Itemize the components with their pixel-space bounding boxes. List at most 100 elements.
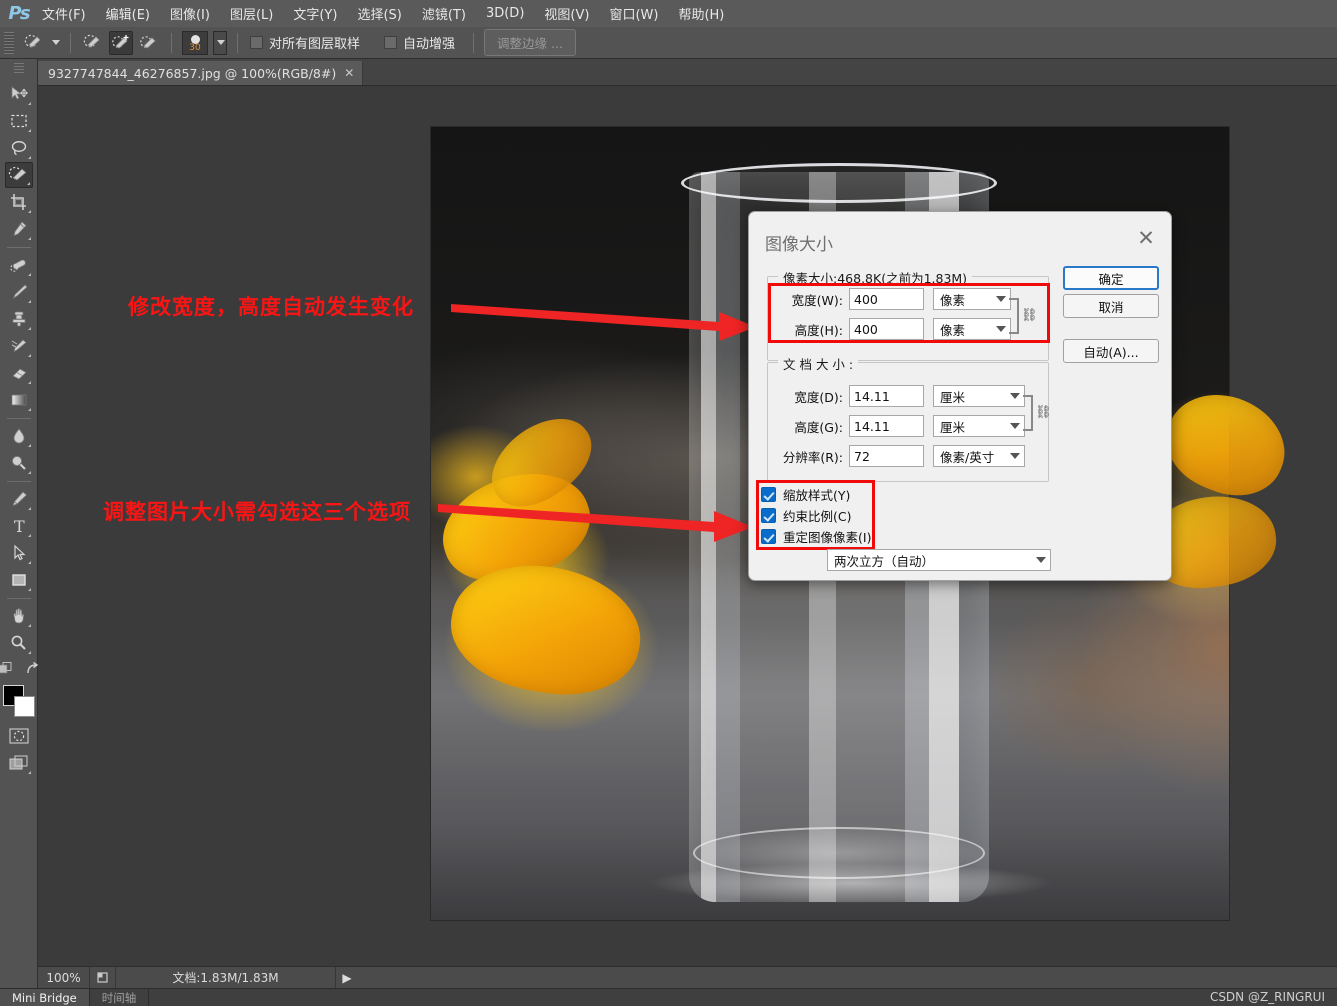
quick-selection-tool[interactable] [4,162,33,188]
hand-tool[interactable] [5,603,33,629]
options-divider-3 [237,32,238,53]
pixel-width-unit-select[interactable]: 像素 [933,288,1011,310]
tools-panel-grip[interactable] [13,63,24,75]
lasso-tool[interactable] [5,135,33,161]
auto-button[interactable]: 自动(A)... [1063,339,1159,363]
status-expand-arrow-icon[interactable]: ▶ [336,971,358,985]
pixel-height-input[interactable]: 400 [849,318,924,340]
pixel-link-chain-icon[interactable]: ⛓ [1021,308,1038,323]
bottom-panel-bar: Mini Bridge 时间轴 [0,988,1337,1006]
edit-toolbar-icon[interactable] [0,661,15,681]
menu-help[interactable]: 帮助(H) [668,0,734,27]
pixel-height-label: 高度(H): [794,322,843,338]
sample-all-layers-checkbox[interactable] [250,36,263,49]
zoom-tool[interactable] [5,630,33,656]
scale-styles-checkbox[interactable] [761,487,776,502]
doc-width-input[interactable]: 14.11 [849,385,924,407]
resample-image-row[interactable]: 重定图像像素(I): [761,527,876,546]
constrain-proportions-checkbox[interactable] [761,508,776,523]
photoshop-window: Ps 文件(F) 编辑(E) 图像(I) 图层(L) 文字(Y) 选择(S) 滤… [0,0,1337,1006]
refine-edge-button[interactable]: 调整边缘 ... [484,29,576,56]
sample-all-layers-row[interactable]: 对所有图层取样 [250,33,360,52]
cancel-button[interactable]: 取消 [1063,294,1159,318]
pixel-height-unit-select[interactable]: 像素 [933,318,1011,340]
document-tab-strip: 9327747844_46276857.jpg @ 100%(RGB/8#) ✕ [38,59,1337,86]
brush-tool[interactable] [5,279,33,305]
add-to-selection-icon[interactable] [109,30,133,55]
menu-type[interactable]: 文字(Y) [283,0,347,27]
doc-height-row: 高度(G): 14.11 厘米 [777,415,1025,437]
resample-image-checkbox[interactable] [761,529,776,544]
auto-enhance-row[interactable]: 自动增强 [384,33,455,52]
screen-mode-toggle[interactable] [5,750,33,776]
menu-3d[interactable]: 3D(D) [476,2,534,25]
pixel-dimensions-legend: 像素大小:468.8K(之前为1.83M) [778,268,973,287]
pixel-height-row: 高度(H): 400 像素 [777,318,1011,340]
type-tool[interactable]: T [5,513,33,539]
color-swatches[interactable] [2,685,35,717]
brush-chevron-down-icon [217,40,225,45]
blur-tool[interactable] [5,423,33,449]
eraser-tool[interactable] [5,360,33,386]
quick-mask-toggle[interactable] [5,723,33,749]
doc-height-input[interactable]: 14.11 [849,415,924,437]
menu-layer[interactable]: 图层(L) [220,0,283,27]
gradient-tool[interactable] [5,387,33,413]
resample-method-select[interactable]: 两次立方（自动） [827,549,1051,571]
doc-link-chain-icon[interactable]: ⛓ [1035,405,1052,420]
new-selection-icon[interactable] [81,31,105,55]
menu-view[interactable]: 视图(V) [534,0,599,27]
photoshop-logo: Ps [8,3,30,24]
menu-window[interactable]: 窗口(W) [599,0,668,27]
crop-tool[interactable] [5,189,33,215]
pixel-width-input[interactable]: 400 [849,288,924,310]
chevron-down-icon [1010,423,1020,429]
doc-width-row: 宽度(D): 14.11 厘米 [777,385,1025,407]
quick-selection-preset-icon[interactable] [22,31,46,55]
close-icon[interactable]: ✕ [344,66,354,80]
eyedropper-tool[interactable] [5,216,33,242]
menu-edit[interactable]: 编辑(E) [96,0,160,27]
image-size-dialog[interactable]: 图像大小 ✕ 像素大小:468.8K(之前为1.83M) 宽度(W): 400 … [748,211,1172,581]
dodge-tool[interactable] [5,450,33,476]
document-info-icon[interactable] [90,966,116,989]
doc-width-label: 宽度(D): [794,389,843,405]
options-bar-grip[interactable] [4,31,14,54]
brush-size-preview[interactable]: 30 [182,30,208,55]
doc-height-unit-select[interactable]: 厘米 [933,415,1025,437]
menu-file[interactable]: 文件(F) [32,0,96,27]
move-tool[interactable] [5,81,33,107]
dialog-close-icon[interactable]: ✕ [1131,224,1161,252]
background-color-swatch[interactable] [13,696,35,717]
doc-width-unit-select[interactable]: 厘米 [933,385,1025,407]
scale-styles-row[interactable]: 缩放样式(Y) [761,485,850,504]
healing-brush-tool[interactable] [5,252,33,278]
zoom-level[interactable]: 100% [38,966,90,989]
marquee-tool[interactable] [5,108,33,134]
chevron-down-icon [1010,393,1020,399]
menu-select[interactable]: 选择(S) [347,0,411,27]
tab-mini-bridge[interactable]: Mini Bridge [0,988,90,1006]
preset-chevron-down-icon[interactable] [52,40,60,45]
constrain-proportions-row[interactable]: 约束比例(C) [761,506,851,525]
doc-height-unit-value: 厘米 [940,419,966,435]
subtract-from-selection-icon[interactable] [137,31,161,55]
ok-button[interactable]: 确定 [1063,266,1159,290]
auto-enhance-checkbox[interactable] [384,36,398,49]
history-brush-tool[interactable] [5,333,33,359]
clone-stamp-tool[interactable] [5,306,33,332]
doc-resolution-input[interactable]: 72 [849,445,924,467]
menu-image[interactable]: 图像(I) [160,0,220,27]
doc-resolution-row: 分辨率(R): 72 像素/英寸 [771,445,1025,467]
menu-filter[interactable]: 滤镜(T) [412,0,476,27]
glass-rim [681,163,997,203]
tab-timeline[interactable]: 时间轴 [90,988,150,1006]
path-selection-tool[interactable] [5,540,33,566]
doc-resolution-unit-select[interactable]: 像素/英寸 [933,445,1025,467]
doc-resolution-unit-value: 像素/英寸 [940,449,995,465]
tools-divider-3 [6,481,31,482]
document-tab[interactable]: 9327747844_46276857.jpg @ 100%(RGB/8#) ✕ [38,61,364,85]
brush-options-dropdown[interactable] [213,30,227,55]
pen-tool[interactable] [5,486,33,512]
rectangle-tool[interactable] [5,567,33,593]
